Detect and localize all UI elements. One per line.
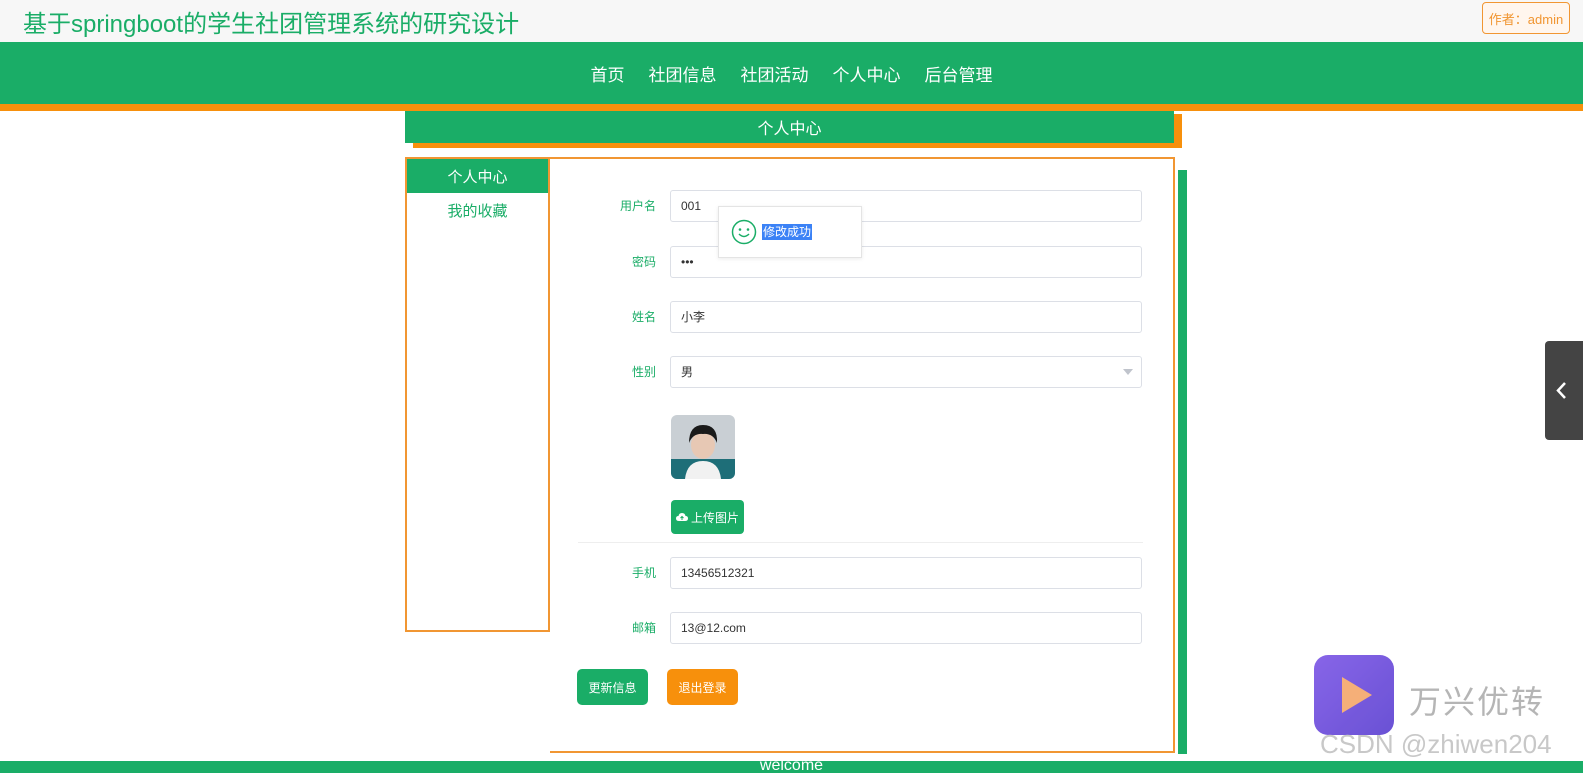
upload-image-label: 上传图片 (690, 510, 739, 525)
avatar (671, 415, 735, 479)
phone-label: 手机 (631, 566, 656, 580)
name-input[interactable]: 小李 (670, 301, 1142, 333)
password-row: 密码 ••• (550, 246, 1175, 278)
gender-select[interactable]: 男 (670, 356, 1142, 388)
email-label: 邮箱 (631, 621, 656, 635)
watermark-logo (1314, 655, 1394, 735)
side-collapse-tab[interactable] (1545, 341, 1583, 440)
username-row: 用户名 001 (550, 190, 1175, 222)
nav-item-club-activity[interactable]: 社团活动 (741, 61, 809, 86)
smile-icon (731, 219, 757, 245)
gender-row: 性别 男 (550, 356, 1175, 388)
top-header: 基于springboot的学生社团管理系统的研究设计 作者：admin (0, 0, 1583, 42)
password-label: 密码 (631, 255, 656, 269)
panel-shadow (1178, 170, 1187, 754)
logout-button[interactable]: 退出登录 (667, 669, 738, 705)
username-label: 用户名 (619, 199, 656, 213)
nav-item-club-info[interactable]: 社团信息 (649, 61, 717, 86)
cloud-upload-icon (675, 513, 688, 521)
navbar-accent-line (0, 104, 1583, 111)
site-title: 基于springboot的学生社团管理系统的研究设计 (23, 11, 520, 38)
email-input[interactable]: 13@12.com (670, 612, 1142, 644)
toast-message: 修改成功 (762, 224, 813, 240)
phone-row: 手机 13456512321 (550, 557, 1175, 589)
gender-label: 性别 (631, 365, 656, 379)
phone-input[interactable]: 13456512321 (670, 557, 1142, 589)
sidebar-item-favorites[interactable]: 我的收藏 (407, 193, 548, 227)
footer: welcome (0, 761, 1583, 773)
watermark-csdn: CSDN @zhiwen204 (1320, 729, 1552, 759)
watermark-brand: 万兴优转 (1409, 684, 1546, 720)
name-row: 姓名 小李 (550, 301, 1175, 333)
name-label: 姓名 (631, 310, 656, 324)
nav-item-home[interactable]: 首页 (591, 61, 625, 86)
section-title: 个人中心 (405, 111, 1174, 143)
upload-image-button[interactable]: 上传图片 (671, 500, 744, 534)
form-divider (578, 542, 1143, 543)
email-row: 邮箱 13@12.com (550, 612, 1175, 644)
footer-text: welcome (759, 761, 824, 773)
success-toast: 修改成功 (718, 206, 862, 258)
nav-item-admin[interactable]: 后台管理 (925, 61, 993, 86)
profile-sidebar: 个人中心 我的收藏 (405, 157, 550, 632)
nav-item-profile[interactable]: 个人中心 (833, 61, 901, 86)
profile-form-panel: 用户名 001 密码 ••• 姓名 小李 性别 男 上传图片 手机 134565… (550, 157, 1175, 753)
nav-menu: 首页 社团信息 社团活动 个人中心 后台管理 (0, 42, 1583, 104)
chevron-down-icon (1123, 369, 1133, 375)
update-info-button[interactable]: 更新信息 (577, 669, 648, 705)
chevron-left-icon (1556, 382, 1566, 399)
gender-select-value: 男 (681, 365, 694, 379)
author-button[interactable]: 作者：admin (1482, 2, 1570, 34)
sidebar-item-profile[interactable]: 个人中心 (407, 159, 548, 193)
